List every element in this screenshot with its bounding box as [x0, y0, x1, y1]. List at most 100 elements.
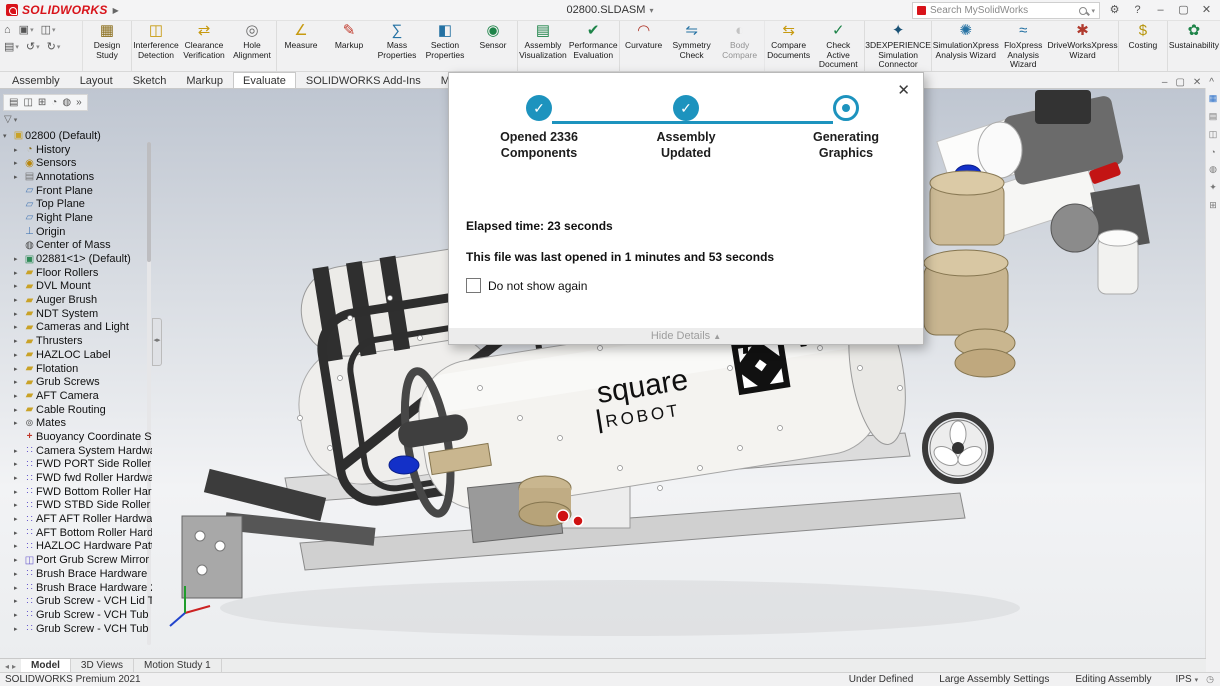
tree-item[interactable]: ▸ Grub Screw - VCH Lid Top: [0, 594, 152, 608]
expand-arrow-icon[interactable]: ▸: [14, 146, 23, 154]
tree-item[interactable]: ▸ Sensors: [0, 156, 152, 170]
maximize-icon[interactable]: ▢: [1172, 0, 1195, 20]
ribbon-button[interactable]: ✱ DriveWorksXpress Wizard: [1047, 20, 1119, 71]
command-tab[interactable]: Markup: [176, 72, 233, 88]
tree-item[interactable]: ▸ Port Grub Screw Mirror: [0, 553, 152, 567]
task-pane-icon[interactable]: ◍: [1209, 164, 1217, 175]
tree-item[interactable]: ▾ 02800 (Default): [0, 129, 152, 143]
command-tab[interactable]: Assembly: [2, 72, 70, 88]
tree-toolbar-icon[interactable]: ▤: [9, 97, 18, 108]
expand-arrow-icon[interactable]: ▸: [14, 556, 23, 564]
tree-item[interactable]: Origin: [0, 225, 152, 239]
quick-access-button[interactable]: ▣▾: [19, 23, 34, 36]
command-tab[interactable]: Sketch: [123, 72, 177, 88]
tree-item[interactable]: ▸ Brush Brace Hardware: [0, 567, 152, 581]
expand-arrow-icon[interactable]: ▸: [14, 488, 23, 496]
expand-arrow-icon[interactable]: ▸: [14, 323, 23, 331]
expand-arrow-icon[interactable]: ▸: [14, 406, 23, 414]
expand-arrow-icon[interactable]: ▸: [14, 310, 23, 318]
doc-tab-scroll-icon[interactable]: ◂: [5, 662, 9, 671]
tree-item[interactable]: ▸ DVL Mount: [0, 280, 152, 294]
filter-funnel-icon[interactable]: ▽: [4, 114, 12, 125]
expand-arrow-icon[interactable]: ▸: [14, 351, 23, 359]
expand-arrow-icon[interactable]: ▸: [14, 625, 23, 633]
quick-access-button[interactable]: ⌂: [4, 23, 12, 36]
tree-filter[interactable]: ▽ ▾: [4, 114, 152, 125]
ribbon-button[interactable]: ✔ Performance Evaluation: [568, 20, 620, 71]
task-pane-icon[interactable]: ▤: [1209, 111, 1218, 122]
tree-item[interactable]: ▸ Auger Brush: [0, 293, 152, 307]
tree-item[interactable]: ▸ FWD STBD Side Roller Hardware: [0, 499, 152, 513]
hide-details-button[interactable]: Hide Details ▲: [449, 328, 923, 344]
panel-splitter-handle[interactable]: ◂▸: [152, 318, 162, 366]
tree-item[interactable]: Front Plane: [0, 184, 152, 198]
document-title-caret-icon[interactable]: ▾: [649, 6, 653, 15]
tree-item[interactable]: ▸ Camera System Hardware Pattern: [0, 444, 152, 458]
search-icon[interactable]: [1079, 7, 1087, 15]
tree-item[interactable]: ▸ Floor Rollers: [0, 266, 152, 280]
quick-access-button[interactable]: ◫▾: [41, 23, 56, 36]
tree-item[interactable]: ▸ Brush Brace Hardware 2: [0, 581, 152, 595]
task-pane-icon[interactable]: ◔: [1210, 147, 1215, 157]
expand-arrow-icon[interactable]: ▸: [14, 474, 23, 482]
units-selector[interactable]: IPS ▾: [1176, 674, 1199, 685]
task-pane-icon[interactable]: ⊞: [1209, 200, 1217, 211]
ribbon-button[interactable]: ✦ 3DEXPERIENCE Simulation Connector: [865, 20, 932, 71]
ribbon-button[interactable]: ∑ Mass Properties: [373, 20, 421, 71]
expand-arrow-icon[interactable]: ▸: [14, 570, 23, 578]
quick-access-button[interactable]: ▤▾: [4, 40, 19, 53]
tree-item[interactable]: ▸ 02881<1> (Default): [0, 252, 152, 266]
command-tab[interactable]: SOLIDWORKS Add-Ins: [296, 72, 431, 88]
ribbon-button[interactable]: ⇆ Compare Documents: [765, 20, 813, 71]
tree-toolbar-icon[interactable]: ◍: [62, 97, 71, 108]
task-pane-icon[interactable]: ▦: [1209, 93, 1218, 104]
expand-arrow-icon[interactable]: ▸: [14, 542, 23, 550]
tree-item[interactable]: ▸ NDT System: [0, 307, 152, 321]
tree-item[interactable]: ▸ AFT Bottom Roller Hardware HD: [0, 526, 152, 540]
ribbon-button[interactable]: ✺ SimulationXpress Analysis Wizard: [932, 20, 999, 71]
expand-arrow-icon[interactable]: ▸: [14, 337, 23, 345]
document-window-button[interactable]: ^: [1209, 77, 1214, 88]
expand-arrow-icon[interactable]: ▸: [14, 173, 23, 181]
close-icon[interactable]: ✕: [1195, 0, 1218, 20]
ribbon-button[interactable]: ◐ Body Compare: [716, 20, 765, 71]
tree-item[interactable]: ▸ Cameras and Light: [0, 321, 152, 335]
minimize-icon[interactable]: –: [1149, 0, 1172, 20]
tree-item[interactable]: ▸ FWD PORT Side Roller Hardware: [0, 458, 152, 472]
tree-toolbar-icon[interactable]: ⊞: [38, 97, 46, 108]
expand-arrow-icon[interactable]: ▸: [14, 419, 23, 427]
command-tab[interactable]: Evaluate: [233, 72, 296, 88]
file-menu-caret-icon[interactable]: ▶: [113, 6, 119, 15]
ribbon-button[interactable]: ◉ Sensor: [469, 20, 518, 71]
doc-view-tab[interactable]: Model: [21, 659, 71, 673]
tree-item[interactable]: Right Plane: [0, 211, 152, 225]
quick-access-button[interactable]: ↺▾: [26, 40, 40, 53]
document-window-button[interactable]: –: [1162, 77, 1168, 88]
ribbon-button[interactable]: ◎ Hole Alignment: [228, 20, 277, 71]
tree-item[interactable]: ▸ HAZLOC Label: [0, 348, 152, 362]
tree-item[interactable]: ▸ Grub Screw - VCH Tub Bot - Legs: [0, 622, 152, 636]
document-window-button[interactable]: ▢: [1175, 77, 1184, 88]
tree-toolbar-icon[interactable]: ◔: [51, 97, 57, 108]
ribbon-button[interactable]: ▦ Design Study: [83, 20, 132, 71]
search-input[interactable]: Search MySolidWorks ▾: [912, 2, 1100, 19]
ribbon-button[interactable]: ✓ Check Active Document: [813, 20, 865, 71]
expand-arrow-icon[interactable]: ▸: [14, 515, 23, 523]
help-icon[interactable]: ?: [1126, 0, 1149, 20]
expand-arrow-icon[interactable]: ▸: [14, 611, 23, 619]
expand-arrow-icon[interactable]: ▸: [14, 460, 23, 468]
expand-arrow-icon[interactable]: ▸: [14, 378, 23, 386]
do-not-show-checkbox[interactable]: [466, 278, 481, 293]
expand-arrow-icon[interactable]: ▸: [14, 584, 23, 592]
tree-item[interactable]: ▸ Thrusters: [0, 334, 152, 348]
document-window-button[interactable]: ✕: [1193, 77, 1201, 88]
filter-caret-icon[interactable]: ▾: [14, 116, 18, 124]
ribbon-button[interactable]: ✎ Markup: [325, 20, 373, 71]
expand-arrow-icon[interactable]: ▸: [14, 282, 23, 290]
tree-item[interactable]: ▸ Annotations: [0, 170, 152, 184]
expand-arrow-icon[interactable]: ▸: [14, 597, 23, 605]
command-tab[interactable]: Layout: [70, 72, 123, 88]
ribbon-button[interactable]: $ Costing: [1119, 20, 1168, 71]
quick-access-button[interactable]: ↻▾: [47, 40, 61, 53]
options-icon[interactable]: ⚙: [1103, 0, 1126, 20]
